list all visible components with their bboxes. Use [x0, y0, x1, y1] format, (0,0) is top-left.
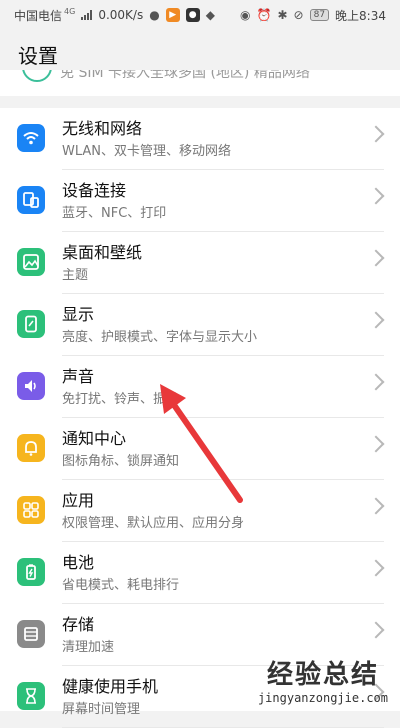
settings-item-subtitle: 亮度、护眼模式、字体与显示大小 [62, 330, 258, 345]
device-connect-icon [17, 186, 45, 214]
settings-list: 无线和网络 WLAN、双卡管理、移动网络设备连接蓝牙、NFC、打印桌面和壁纸主题显… [0, 108, 400, 728]
network-speed: 0.00K/s [98, 8, 144, 22]
settings-item-text: 存储 清理加速 [62, 614, 114, 658]
settings-item-text: 无线和网络 WLAN、双卡管理、移动网络 [62, 118, 231, 162]
chevron-right-icon [367, 559, 385, 577]
settings-item-subtitle: 省电模式、耗电排行 [62, 578, 180, 593]
bell-icon [17, 434, 45, 462]
settings-item-title: 声音 [62, 367, 95, 386]
settings-item[interactable]: 设备连接蓝牙、NFC、打印 [0, 170, 400, 232]
settings-item[interactable]: 显示亮度、护眼模式、字体与显示大小 [0, 294, 400, 356]
settings-item-subtitle: 权限管理、默认应用、应用分身 [62, 516, 245, 531]
settings-item-text: 应用权限管理、默认应用、应用分身 [62, 490, 244, 534]
video-app-icon: ▶ [165, 8, 180, 22]
settings-item-title: 显示 [62, 305, 95, 324]
settings-item-subtitle: 清理加速 [62, 640, 115, 655]
watermark-title: 经验总结 [266, 660, 379, 690]
settings-item[interactable]: 无线和网络 WLAN、双卡管理、移动网络 [0, 108, 400, 170]
globe-icon [22, 70, 52, 82]
chevron-right-icon [367, 187, 385, 205]
settings-item-subtitle: 图标角标、锁屏通知 [62, 454, 180, 469]
storage-icon [17, 620, 45, 648]
settings-item-title: 电池 [62, 553, 95, 572]
settings-item[interactable]: 应用权限管理、默认应用、应用分身 [0, 480, 400, 542]
settings-item-text: 桌面和壁纸 主题 [62, 242, 142, 286]
chevron-right-icon [367, 435, 385, 453]
sound-icon [17, 372, 45, 400]
settings-item[interactable]: 电池省电模式、耗电排行 [0, 542, 400, 604]
display-icon [17, 310, 45, 338]
network-type-label: 4G [64, 6, 76, 16]
settings-item-text: 设备连接蓝牙、NFC、打印 [62, 180, 166, 224]
mute-icon: ⊘ [293, 8, 304, 22]
settings-item-text: 声音免打扰、铃声、振动 [62, 366, 179, 410]
settings-item-text: 电池省电模式、耗电排行 [62, 552, 179, 596]
signal-icon [81, 10, 93, 20]
settings-item-title: 健康使用手机 [62, 677, 159, 696]
page-title: 设置 [18, 44, 58, 68]
settings-item-title: 设备连接 [62, 181, 127, 200]
app-notification-icon: ● [185, 8, 200, 22]
settings-item-title: 无线和网络 [62, 119, 143, 138]
bluetooth-icon: ✱ [277, 8, 288, 22]
chevron-right-icon [367, 311, 385, 329]
settings-item-subtitle: 主题 [62, 268, 89, 283]
hourglass-icon [17, 682, 45, 710]
settings-item-subtitle: 蓝牙、NFC、打印 [62, 206, 167, 221]
settings-item-title: 桌面和壁纸 [62, 243, 143, 262]
chevron-right-icon [367, 621, 385, 639]
chevron-right-icon [367, 249, 385, 267]
eye-comfort-icon: ◉ [240, 8, 251, 22]
watermark: 经验总结 jingyanzongjie.com [258, 654, 388, 705]
settings-item-subtitle: 屏幕时间管理 [62, 702, 141, 717]
settings-item-title: 通知中心 [62, 429, 127, 448]
carrier-label: 中国电信 [14, 8, 63, 23]
partial-settings-row[interactable]: 免 SIM 卡接入全球多国 (地区) 精品网络 [0, 70, 400, 96]
settings-item[interactable]: 通知中心图标角标、锁屏通知 [0, 418, 400, 480]
chevron-right-icon [367, 125, 385, 143]
chevron-right-icon [367, 497, 385, 515]
settings-item-title: 应用 [62, 491, 95, 510]
settings-item-title: 存储 [62, 615, 95, 634]
alarm-icon: ⏰ [256, 8, 272, 22]
settings-item-text: 显示亮度、护眼模式、字体与显示大小 [62, 304, 257, 348]
wifi-icon [17, 124, 45, 152]
qq-icon: ◆ [205, 8, 215, 22]
settings-item-subtitle: 免打扰、铃声、振动 [62, 392, 180, 407]
battery-indicator: 87 [309, 9, 330, 21]
apps-icon [17, 496, 45, 524]
watermark-url: jingyanzongjie.com [257, 691, 388, 705]
chevron-right-icon [367, 373, 385, 391]
battery-icon [17, 558, 45, 586]
settings-item[interactable]: 桌面和壁纸 主题 [0, 232, 400, 294]
settings-item[interactable]: 声音免打扰、铃声、振动 [0, 356, 400, 418]
settings-item-subtitle: WLAN、双卡管理、移动网络 [62, 144, 232, 159]
wechat-icon: ● [149, 8, 160, 22]
partial-row-label: 免 SIM 卡接入全球多国 (地区) 精品网络 [60, 70, 310, 81]
wallpaper-icon [17, 248, 45, 276]
clock: 晚上8:34 [335, 8, 386, 23]
settings-item-text: 健康使用手机屏幕时间管理 [62, 676, 158, 720]
settings-item-text: 通知中心图标角标、锁屏通知 [62, 428, 179, 472]
status-bar: 中国电信 4G 0.00K/s ● ▶ ● ◆ ◉ ⏰ ✱ ⊘ 87 晚上8:3… [0, 0, 400, 30]
